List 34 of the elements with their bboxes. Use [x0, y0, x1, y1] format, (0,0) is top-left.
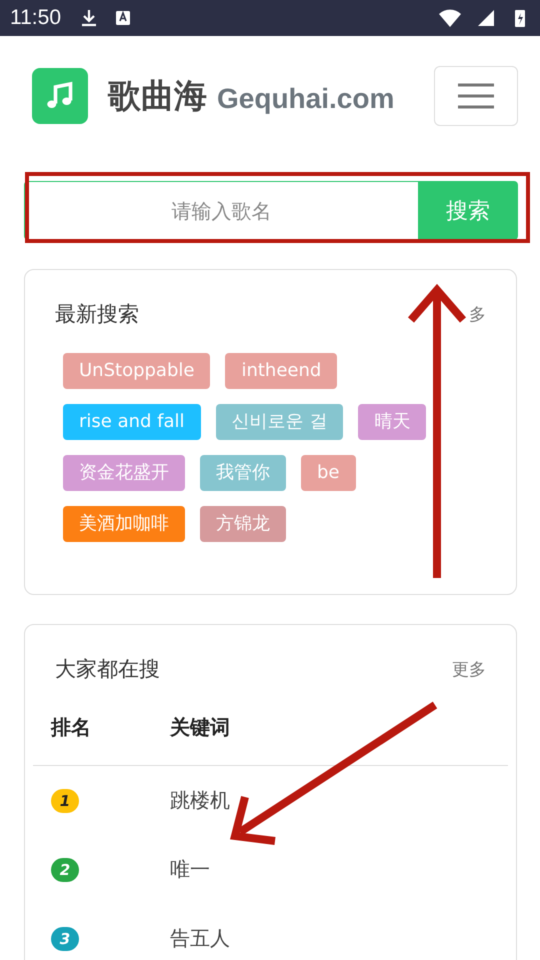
- search-tag[interactable]: 美酒加咖啡: [63, 506, 185, 542]
- rank-badge: 1: [51, 788, 79, 812]
- menu-icon: [458, 82, 494, 110]
- signal-icon: [476, 8, 496, 28]
- search-tag[interactable]: intheend: [225, 353, 338, 389]
- search-tag[interactable]: 晴天: [358, 404, 426, 440]
- card-title: 大家都在搜: [55, 656, 160, 683]
- menu-button[interactable]: [434, 66, 518, 126]
- rank-badge: 2: [51, 858, 79, 882]
- search-tag[interactable]: rise and fall: [63, 404, 201, 440]
- search-field[interactable]: 请输入歌名: [24, 181, 418, 240]
- status-time: 11:50: [10, 6, 61, 30]
- column-header: 关键词: [170, 714, 230, 741]
- search-tag[interactable]: 资金花盛开: [63, 455, 185, 491]
- keyword-link[interactable]: 告五人: [170, 925, 230, 952]
- column-header: 排名: [50, 714, 92, 741]
- keyword-link[interactable]: 跳楼机: [170, 787, 230, 814]
- download-icon: [79, 8, 99, 28]
- wifi-icon: [438, 8, 462, 28]
- keyboard-icon: [113, 8, 133, 28]
- site-title: 歌曲海: [108, 74, 207, 116]
- search-tag[interactable]: 方锦龙: [200, 506, 286, 542]
- more-link[interactable]: 多: [469, 302, 486, 326]
- site-domain: Gequhai.com: [217, 83, 394, 115]
- keyword-link[interactable]: 唯一: [170, 856, 210, 883]
- search-tag[interactable]: be: [301, 455, 356, 491]
- music-note-icon: [32, 68, 88, 124]
- more-link[interactable]: 更多: [452, 658, 486, 680]
- search-tag[interactable]: 신비로운 걸: [216, 404, 344, 440]
- search-button[interactable]: 搜索: [418, 181, 518, 240]
- search-tag[interactable]: 我管你: [200, 455, 286, 491]
- rank-badge: 3: [51, 926, 79, 950]
- search-tag[interactable]: UnStoppable: [63, 353, 210, 389]
- card-title: 最新搜索: [55, 301, 139, 328]
